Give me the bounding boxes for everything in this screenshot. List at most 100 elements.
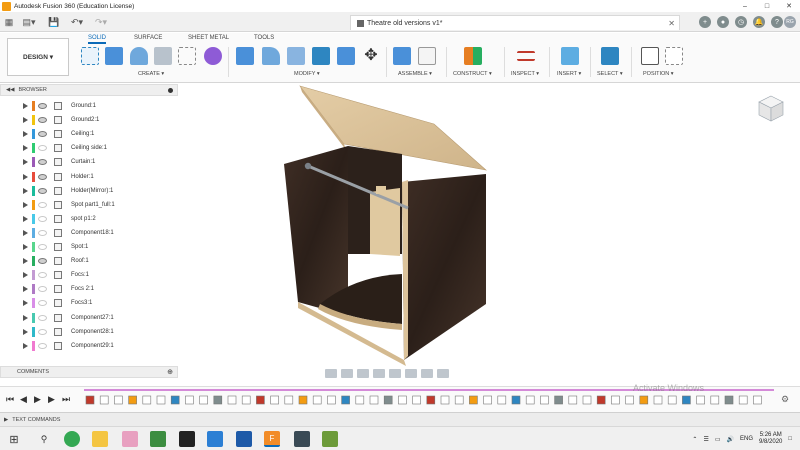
press-pull-icon[interactable] [236,47,254,65]
expand-arrow-icon[interactable] [23,173,28,180]
timeline-feature-marker[interactable] [369,395,379,405]
go-to-end-icon[interactable]: ⏭ [62,394,70,405]
revolve-icon[interactable] [130,47,148,65]
tab-sheet-metal[interactable]: SHEET METAL [188,35,229,41]
epic-games-icon[interactable] [179,431,195,447]
canvas-viewport[interactable] [180,84,800,384]
browser-component-row[interactable]: Focs 2:1 [0,282,178,296]
visibility-eye-icon[interactable] [38,215,47,222]
display-settings-icon[interactable] [405,368,417,378]
timeline-feature-marker[interactable] [256,395,265,405]
expand-arrow-icon[interactable] [23,328,28,335]
windows-start-icon[interactable]: ⊞ [6,431,22,447]
timeline-feature-marker[interactable] [241,395,251,405]
browser-component-row[interactable]: Focs:1 [0,268,178,282]
timeline-feature-marker[interactable] [270,395,279,405]
expand-arrow-icon[interactable] [23,300,28,307]
app-grid-icon[interactable]: ▦ [4,16,14,28]
move-icon[interactable]: ✥ [362,47,380,65]
combine-icon[interactable] [337,47,355,65]
close-button[interactable]: ✕ [778,0,800,12]
timeline-feature-marker[interactable] [170,395,180,405]
browser-component-row[interactable]: Ceiling:1 [0,127,178,141]
visibility-eye-icon[interactable] [38,314,47,321]
browser-component-row[interactable]: Ceiling side:1 [0,141,178,155]
job-status-icon[interactable]: ◷ [735,16,747,28]
timeline-feature-marker[interactable] [298,395,308,405]
tab-tools[interactable]: TOOLS [254,35,274,41]
browser-component-row[interactable]: Spot:1 [0,240,178,254]
insert-image-icon[interactable] [561,47,579,65]
browser-header[interactable]: ◀◀ BROWSER [0,84,178,96]
expand-arrow-icon[interactable] [23,314,28,321]
browser-component-row[interactable]: Roof:1 [0,254,178,268]
extensions-icon[interactable]: ● [717,16,729,28]
timeline-feature-marker[interactable] [710,395,720,405]
timeline-feature-marker[interactable] [568,395,578,405]
step-forward-icon[interactable]: ▶ [48,394,55,405]
timeline-feature-marker[interactable] [554,395,563,405]
file-explorer-icon[interactable] [92,431,108,447]
tab-surface[interactable]: SURFACE [134,35,162,41]
comments-panel[interactable]: COMMENTS ⊕ [0,366,178,378]
timeline-feature-marker[interactable] [412,395,421,405]
create-menu[interactable]: CREATE ▾ [138,71,164,77]
timeline-feature-marker[interactable] [312,395,322,405]
look-at-icon[interactable] [341,368,353,378]
expand-arrow-icon[interactable] [23,201,28,208]
timeline-feature-marker[interactable] [497,395,507,405]
form-icon[interactable] [204,47,222,65]
position-menu[interactable]: POSITION ▾ [643,71,674,77]
modify-menu[interactable]: MODIFY ▾ [294,71,320,77]
chrome-icon[interactable] [64,431,80,447]
expand-arrow-icon[interactable] [23,131,28,138]
expand-arrow-icon[interactable] [23,272,28,279]
joint-icon[interactable] [418,47,436,65]
expand-arrow-icon[interactable] [23,342,28,349]
fit-icon[interactable] [389,368,401,378]
timeline-feature-marker[interactable] [398,395,407,405]
visibility-eye-icon[interactable] [38,328,47,335]
timeline-feature-marker[interactable] [383,395,393,405]
expand-arrow-icon[interactable] [23,258,28,265]
timeline-feature-marker[interactable] [114,395,123,405]
timeline-feature-marker[interactable] [625,395,634,405]
browser-component-row[interactable]: Curtain:1 [0,155,178,169]
timeline-feature-marker[interactable] [341,395,350,405]
tab-solid[interactable]: SOLID [88,35,107,44]
shell-icon[interactable] [312,47,330,65]
extrude-icon[interactable] [105,47,123,65]
zoom-icon[interactable] [373,368,385,378]
timeline-feature-marker[interactable] [355,395,365,405]
minimize-button[interactable]: – [734,0,756,12]
timeline-feature-marker[interactable] [582,395,592,405]
timeline-feature-marker[interactable] [738,395,748,405]
timeline-feature-marker[interactable] [483,395,492,405]
help-icon[interactable]: ? [771,16,783,28]
timeline-feature-marker[interactable] [227,395,237,405]
timeline-settings-icon[interactable]: ⚙ [781,394,789,405]
expand-arrow-icon[interactable] [23,159,28,166]
fillet-icon[interactable] [262,47,280,65]
expand-arrow-icon[interactable] [23,117,28,124]
app-icon-1[interactable] [294,431,310,447]
battery-icon[interactable]: ▭ [715,436,721,443]
timeline-feature-marker[interactable] [440,395,450,405]
offset-plane-icon[interactable] [464,47,482,65]
photos-icon[interactable] [236,431,252,447]
user-avatar[interactable]: RG [784,16,796,28]
timeline-feature-marker[interactable] [611,395,620,405]
visibility-eye-icon[interactable] [38,244,47,250]
visibility-eye-icon[interactable] [38,258,47,265]
network-icon[interactable]: ☰ [703,436,708,443]
capture-position-icon[interactable] [641,47,659,65]
minecraft-icon[interactable] [150,431,166,447]
step-back-icon[interactable]: ◀ [20,394,27,405]
fusion-taskbar-icon[interactable]: F [264,431,280,447]
app-icon-2[interactable] [322,431,338,447]
timeline-feature-marker[interactable] [596,395,606,405]
browser-component-row[interactable]: Component28:1 [0,325,178,339]
file-menu-icon[interactable]: ▤▾ [20,16,38,28]
assemble-menu[interactable]: ASSEMBLE ▾ [398,71,432,77]
visibility-eye-icon[interactable] [38,342,47,349]
